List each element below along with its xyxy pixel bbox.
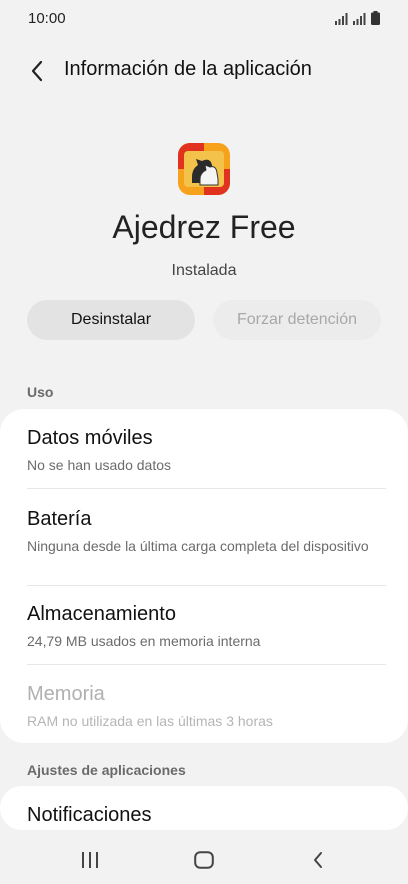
divider	[27, 664, 386, 665]
recents-button[interactable]	[70, 844, 110, 876]
list-item-battery[interactable]: Batería Ninguna desde la última carga co…	[27, 508, 386, 555]
list-item-subtitle: No se han usado datos	[27, 457, 171, 473]
list-item-mobile-data[interactable]: Datos móviles No se han usado datos	[27, 427, 386, 474]
status-time: 10:00	[28, 10, 66, 27]
nav-back-icon	[314, 852, 322, 868]
app-info-screen: 10:00 Información de la aplicación Ajedr…	[0, 0, 408, 884]
list-item-subtitle: 24,79 MB usados en memoria interna	[27, 633, 261, 649]
section-label-usage: Uso	[27, 384, 54, 400]
home-icon	[194, 851, 214, 869]
navigation-bar	[0, 836, 408, 884]
list-item-notifications[interactable]: Notificaciones	[27, 804, 386, 827]
app-bar: Información de la aplicación	[0, 52, 408, 90]
status-bar: 10:00	[0, 0, 408, 38]
back-button[interactable]	[22, 56, 52, 86]
status-icons	[335, 11, 380, 25]
divider	[27, 488, 386, 489]
signal-icon	[335, 13, 348, 25]
app-install-status: Instalada	[171, 262, 237, 279]
list-item-title: Memoria	[27, 683, 105, 705]
recents-icon	[82, 852, 98, 868]
nav-back-button[interactable]	[298, 844, 338, 876]
app-icon	[178, 143, 230, 195]
chess-knight-icon	[178, 143, 230, 195]
divider	[27, 585, 386, 586]
section-label-app-settings: Ajustes de aplicaciones	[27, 762, 186, 778]
list-item-subtitle: Ninguna desde la última carga completa d…	[27, 538, 369, 554]
usage-card: Datos móviles No se han usado datos Bate…	[0, 409, 408, 743]
list-item-title: Batería	[27, 508, 92, 530]
list-item-title: Notificaciones	[27, 804, 152, 826]
uninstall-button[interactable]: Desinstalar	[27, 300, 195, 340]
force-stop-button[interactable]: Forzar detención	[213, 300, 381, 340]
list-item-storage[interactable]: Almacenamiento 24,79 MB usados en memori…	[27, 603, 386, 650]
signal-icon-2	[353, 13, 366, 25]
camera-notch	[144, 0, 264, 30]
home-button[interactable]	[184, 844, 224, 876]
list-item-title: Datos móviles	[27, 427, 153, 449]
app-name: Ajedrez Free	[112, 209, 296, 245]
list-item-memory[interactable]: Memoria RAM no utilizada en las últimas …	[27, 683, 386, 730]
page-title: Información de la aplicación	[64, 58, 312, 80]
list-item-title: Almacenamiento	[27, 603, 176, 625]
app-settings-card: Notificaciones	[0, 786, 408, 830]
chevron-left-icon	[31, 60, 43, 82]
battery-icon	[371, 11, 380, 25]
list-item-subtitle: RAM no utilizada en las últimas 3 horas	[27, 713, 273, 729]
